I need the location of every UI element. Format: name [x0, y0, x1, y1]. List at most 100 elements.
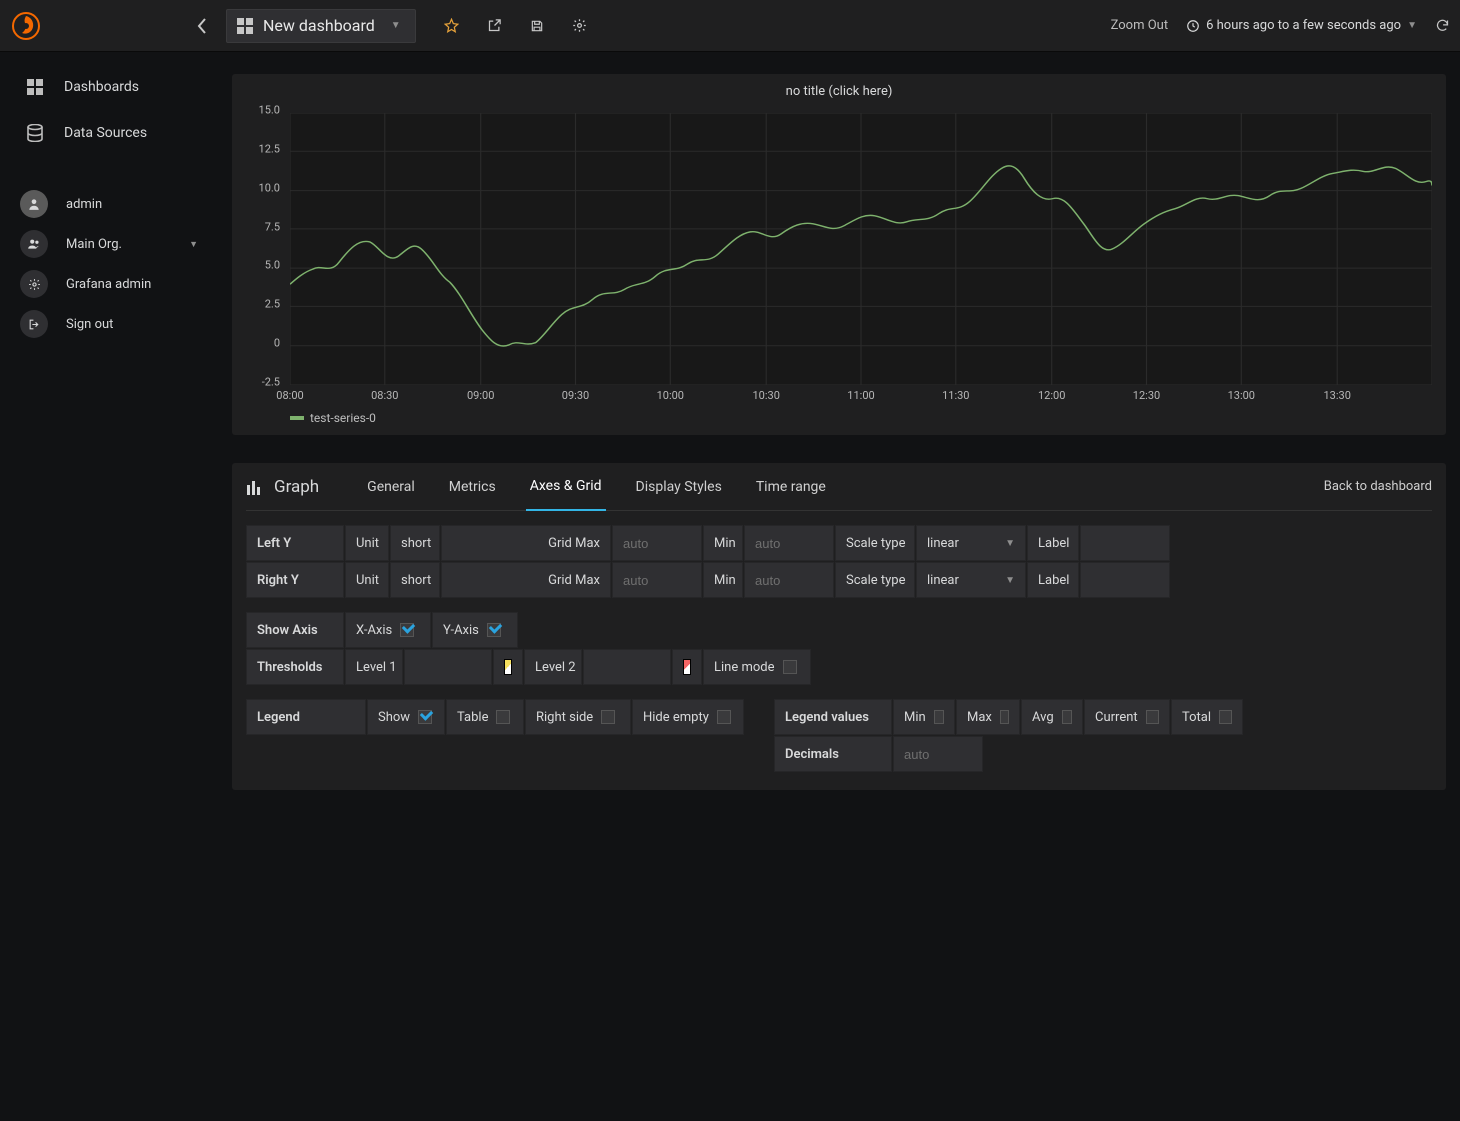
lv-total-toggle[interactable]: Total	[1171, 699, 1243, 735]
x-tick: 10:00	[657, 389, 684, 402]
gridmax-label: Grid Max	[441, 525, 611, 561]
legend-right-toggle[interactable]: Right side	[525, 699, 631, 735]
min-label: Min	[703, 562, 743, 598]
plot-area	[290, 113, 1432, 385]
sidebar-item-org[interactable]: Main Org. ▼	[0, 224, 218, 264]
label-label: Label	[1027, 562, 1079, 598]
y-tick: 7.5	[265, 220, 280, 233]
unit-value: short	[401, 573, 431, 588]
x-tick: 10:30	[753, 389, 780, 402]
sidebar-item-datasources[interactable]: Data Sources	[0, 110, 218, 156]
show-axis-head: Show Axis	[246, 612, 344, 648]
label-input[interactable]	[1080, 562, 1170, 598]
min-input[interactable]	[744, 562, 834, 598]
unit-select[interactable]: short	[390, 562, 440, 598]
sidebar-item-admin[interactable]: Grafana admin	[0, 264, 218, 304]
xaxis-label: X-Axis	[356, 623, 392, 638]
level2-label: Level 2	[524, 649, 582, 685]
x-tick: 08:30	[371, 389, 398, 402]
spacer	[984, 736, 1240, 772]
checkbox-icon	[1062, 710, 1072, 724]
sidebar-item-user[interactable]: admin	[0, 184, 218, 224]
star-icon[interactable]	[444, 18, 459, 33]
x-tick: 13:30	[1324, 389, 1351, 402]
database-icon	[24, 124, 46, 142]
time-range-picker[interactable]: 6 hours ago to a few seconds ago ▼	[1186, 18, 1417, 33]
checkbox-icon	[1146, 710, 1159, 724]
tab-display-styles[interactable]: Display Styles	[632, 463, 726, 511]
gear-icon[interactable]	[572, 18, 587, 33]
x-tick: 08:00	[276, 389, 303, 402]
panel-type-text: Graph	[274, 477, 319, 497]
sidebar-item-label: Grafana admin	[66, 277, 151, 292]
clock-icon	[1186, 19, 1200, 33]
users-icon	[20, 230, 48, 258]
share-icon[interactable]	[487, 18, 502, 33]
line-mode-label: Line mode	[714, 660, 775, 675]
checkbox-icon	[934, 710, 944, 724]
back-to-dashboard-link[interactable]: Back to dashboard	[1324, 479, 1432, 494]
tab-general[interactable]: General	[363, 463, 419, 511]
level1-color[interactable]	[493, 649, 523, 685]
chevron-down-icon: ▼	[189, 239, 198, 250]
table-label: Table	[457, 710, 488, 725]
checkbox-icon	[601, 710, 615, 724]
thresholds-row: Thresholds Level 1 Level 2 Line mode	[246, 649, 1432, 685]
dashboard-picker[interactable]: New dashboard ▼	[226, 9, 416, 43]
unit-select[interactable]: short	[390, 525, 440, 561]
scale-select[interactable]: linear▼	[916, 562, 1026, 598]
sidebar-item-dashboards[interactable]: Dashboards	[0, 64, 218, 110]
min-label: Min	[904, 710, 926, 725]
chart-area[interactable]: 15.0 12.5 10.0 7.5 5.0 2.5 0 -2.5	[242, 107, 1436, 407]
gridmax-input[interactable]	[612, 525, 702, 561]
left-y-row: Left Y Unit short Grid Max Min Scale typ…	[246, 525, 1432, 561]
content-area: no title (click here) 15.0 12.5 10.0 7.5…	[218, 52, 1460, 1121]
level2-color[interactable]	[672, 649, 702, 685]
avg-label: Avg	[1032, 710, 1054, 725]
level1-input[interactable]	[404, 649, 492, 685]
y-tick: 0	[274, 337, 280, 350]
unit-label: Unit	[345, 562, 389, 598]
back-chevron-icon[interactable]	[182, 18, 222, 34]
signout-icon	[20, 310, 48, 338]
lv-min-toggle[interactable]: Min	[893, 699, 955, 735]
scale-select[interactable]: linear▼	[916, 525, 1026, 561]
y-tick: 12.5	[259, 142, 280, 155]
legend-table-toggle[interactable]: Table	[446, 699, 524, 735]
min-input[interactable]	[744, 525, 834, 561]
show-label: Show	[378, 710, 410, 725]
sidebar-item-label: Main Org.	[66, 237, 122, 252]
line-mode-toggle[interactable]: Line mode	[703, 649, 811, 685]
tab-time-range[interactable]: Time range	[752, 463, 830, 511]
unit-value: short	[401, 536, 431, 551]
lv-avg-toggle[interactable]: Avg	[1021, 699, 1083, 735]
zoom-out-button[interactable]: Zoom Out	[1111, 18, 1168, 33]
save-icon[interactable]	[530, 19, 544, 33]
refresh-icon[interactable]	[1435, 18, 1450, 33]
left-y-head: Left Y	[246, 525, 344, 561]
lv-current-toggle[interactable]: Current	[1084, 699, 1170, 735]
tab-metrics[interactable]: Metrics	[445, 463, 500, 511]
x-tick: 12:30	[1133, 389, 1160, 402]
yaxis-toggle[interactable]: Y-Axis	[432, 612, 518, 648]
sidebar-item-signout[interactable]: Sign out	[0, 304, 218, 344]
lv-max-toggle[interactable]: Max	[956, 699, 1020, 735]
legend-hideempty-toggle[interactable]: Hide empty	[632, 699, 744, 735]
max-label: Max	[967, 710, 992, 725]
y-tick: 15.0	[259, 103, 280, 116]
min-label: Min	[703, 525, 743, 561]
tab-axes-grid[interactable]: Axes & Grid	[526, 463, 606, 511]
grafana-logo[interactable]	[0, 0, 52, 52]
avatar-icon	[20, 190, 48, 218]
chart-legend: test-series-0	[242, 407, 1436, 425]
label-label: Label	[1027, 525, 1079, 561]
decimals-input[interactable]	[893, 736, 983, 772]
xaxis-toggle[interactable]: X-Axis	[345, 612, 431, 648]
level2-input[interactable]	[583, 649, 671, 685]
panel-title[interactable]: no title (click here)	[242, 80, 1436, 103]
gridmax-label: Grid Max	[441, 562, 611, 598]
label-input[interactable]	[1080, 525, 1170, 561]
chevron-down-icon: ▼	[391, 20, 401, 31]
legend-show-toggle[interactable]: Show	[367, 699, 445, 735]
gridmax-input[interactable]	[612, 562, 702, 598]
